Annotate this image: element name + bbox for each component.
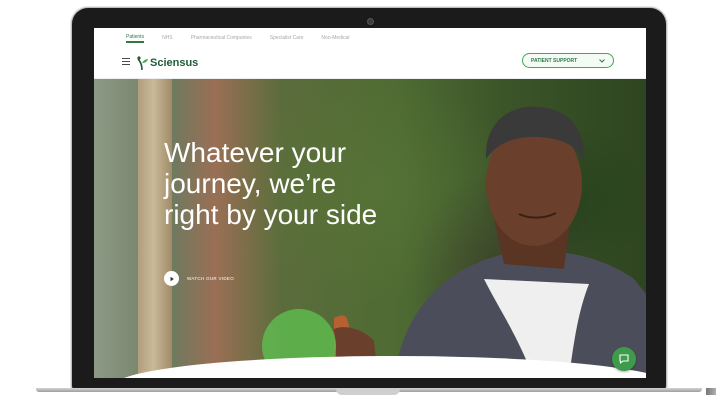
play-button[interactable]: [164, 271, 179, 286]
headline-line-2: journey, we’re: [164, 168, 337, 199]
hero-headline: Whatever your journey, we’re right by yo…: [164, 137, 424, 230]
hamburger-icon[interactable]: [122, 58, 130, 65]
laptop-opening-notch: [336, 389, 400, 395]
site-navbar: Sciensus PATIENT SUPPORT: [94, 48, 646, 79]
sciensus-leaf-icon: [137, 56, 148, 70]
play-icon: [170, 276, 174, 281]
chat-button[interactable]: [612, 347, 636, 371]
laptop-base-edge: [706, 388, 716, 395]
patient-support-button[interactable]: PATIENT SUPPORT: [522, 53, 614, 68]
patient-support-label: PATIENT SUPPORT: [531, 57, 578, 64]
tab-patients[interactable]: Patients: [126, 34, 145, 43]
laptop-screen: Patients NHS Pharmaceutical Companies Sp…: [94, 28, 646, 378]
laptop-frame: Patients NHS Pharmaceutical Companies Sp…: [72, 8, 666, 390]
headline-line-3: right by your side: [164, 199, 378, 230]
chat-icon: [619, 354, 629, 364]
watch-video-link[interactable]: WATCH OUR VIDEO: [164, 271, 234, 286]
tab-non-medical[interactable]: Non-Medical: [321, 35, 349, 41]
camera-icon: [367, 18, 374, 25]
headline-line-1: Whatever your: [164, 137, 347, 168]
hero-banner: Whatever your journey, we’re right by yo…: [94, 79, 646, 378]
top-tabs: Patients NHS Pharmaceutical Companies Sp…: [94, 28, 646, 48]
tab-specialist-care[interactable]: Specialist Care: [270, 35, 304, 41]
logo-text: Sciensus: [150, 57, 199, 69]
tab-pharmaceutical-companies[interactable]: Pharmaceutical Companies: [191, 35, 252, 41]
watch-video-label: WATCH OUR VIDEO: [187, 276, 234, 281]
site-logo[interactable]: Sciensus: [136, 54, 198, 72]
chevron-down-icon: [599, 58, 605, 63]
tab-nhs[interactable]: NHS: [162, 35, 173, 41]
